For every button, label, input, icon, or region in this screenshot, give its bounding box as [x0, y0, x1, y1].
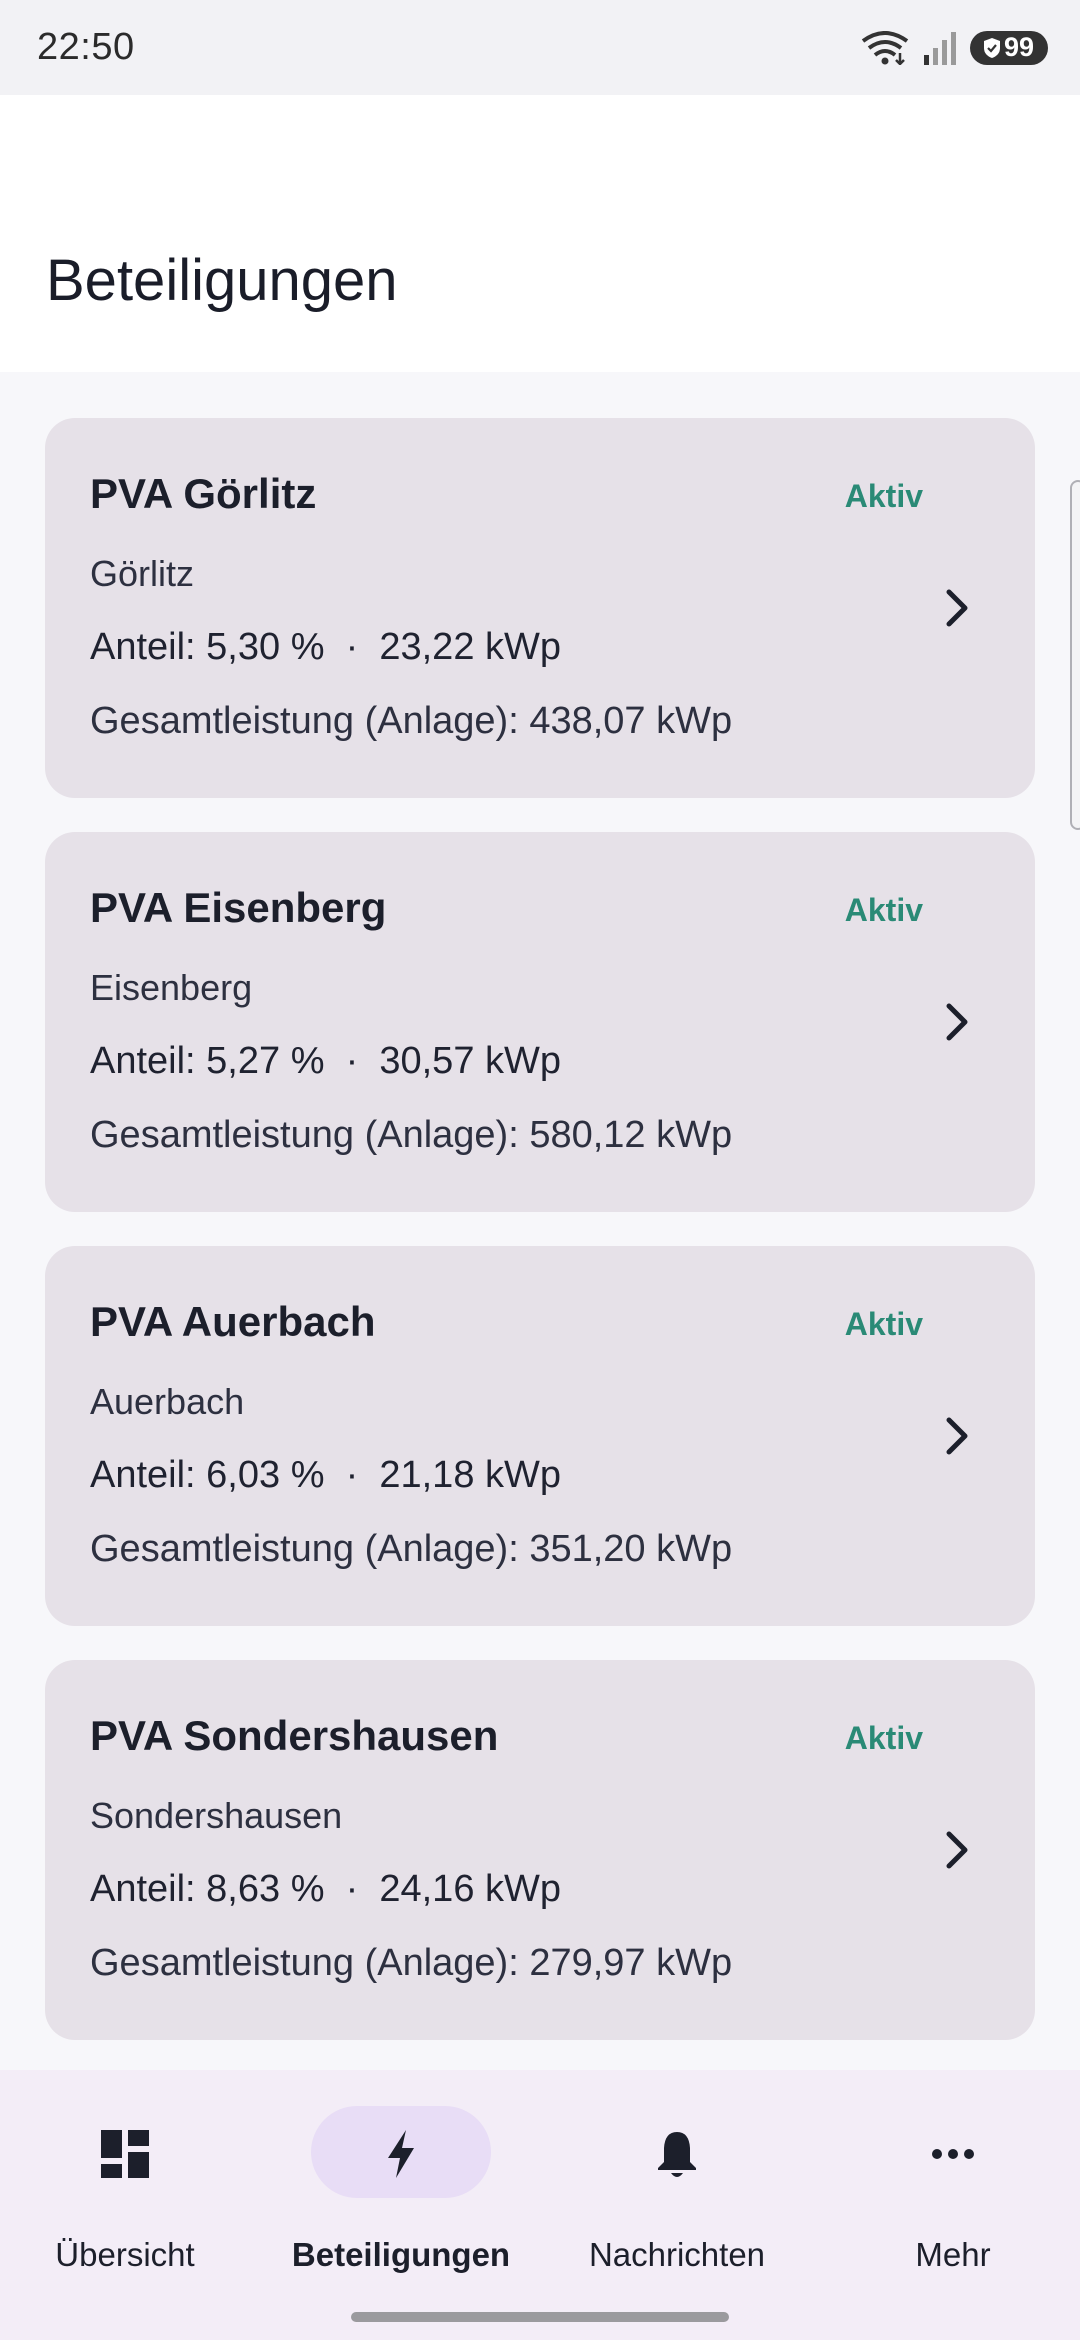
- card-title: PVA Görlitz: [90, 470, 317, 517]
- nav-label: Übersicht: [55, 2236, 195, 2273]
- screen: 22:50 99 Beteiligungen PVA Görlitz Aktiv…: [0, 0, 1080, 2340]
- scrollbar[interactable]: [1070, 480, 1080, 830]
- status-time: 22:50: [37, 26, 135, 68]
- card-location: Görlitz: [90, 553, 195, 594]
- signal-icon: [924, 31, 956, 65]
- status-badge: Aktiv: [844, 1720, 923, 1756]
- card-share: Anteil: 6,03 % · 21,18 kWp: [90, 1454, 562, 1496]
- card-location: Auerbach: [90, 1381, 245, 1422]
- card-title: PVA Auerbach: [90, 1298, 376, 1345]
- app-header: Beteiligungen: [0, 95, 1080, 372]
- bell-icon: [658, 2132, 696, 2177]
- page-title: Beteiligungen: [46, 248, 398, 313]
- card-location: Eisenberg: [90, 967, 253, 1008]
- status-badge: Aktiv: [844, 892, 923, 928]
- chevron-right-icon: [946, 1417, 968, 1455]
- card-location: Sondershausen: [90, 1795, 343, 1836]
- participation-list[interactable]: PVA Görlitz Aktiv Görlitz Anteil: 5,30 %…: [0, 372, 1080, 2070]
- status-badge: Aktiv: [844, 1306, 923, 1342]
- card-total-capacity: Gesamtleistung (Anlage): 438,07 kWp: [90, 700, 733, 742]
- card-total-capacity: Gesamtleistung (Anlage): 351,20 kWp: [90, 1528, 733, 1570]
- nav-item-messages[interactable]: Nachrichten: [557, 2106, 797, 2273]
- dashboard-icon: [101, 2130, 149, 2178]
- nav-item-overview[interactable]: Übersicht: [5, 2106, 245, 2273]
- card-total-capacity: Gesamtleistung (Anlage): 279,97 kWp: [90, 1942, 733, 1984]
- card-title: PVA Sondershausen: [90, 1712, 499, 1759]
- home-indicator[interactable]: [351, 2312, 729, 2322]
- participation-card[interactable]: PVA Sondershausen Aktiv Sondershausen An…: [45, 1660, 1035, 2040]
- chevron-right-icon: [946, 1003, 968, 1041]
- battery-shield-icon: [983, 37, 1000, 58]
- status-bar: 22:50 99: [0, 0, 1080, 95]
- nav-label: Beteiligungen: [291, 2236, 511, 2273]
- participation-card[interactable]: PVA Auerbach Aktiv Auerbach Anteil: 6,03…: [45, 1246, 1035, 1626]
- card-share: Anteil: 5,30 % · 23,22 kWp: [90, 626, 562, 668]
- participation-card[interactable]: PVA Eisenberg Aktiv Eisenberg Anteil: 5,…: [45, 832, 1035, 1212]
- nav-item-more[interactable]: Mehr: [833, 2106, 1073, 2273]
- bolt-icon: [388, 2130, 414, 2178]
- wifi-icon: [861, 30, 909, 65]
- card-share: Anteil: 5,27 % · 30,57 kWp: [90, 1040, 562, 1082]
- participation-card[interactable]: PVA Görlitz Aktiv Görlitz Anteil: 5,30 %…: [45, 418, 1035, 798]
- battery-indicator: 99: [970, 30, 1048, 65]
- bottom-navigation: Übersicht Beteiligungen Nachrichten Mehr: [0, 2070, 1080, 2340]
- nav-label: Nachrichten: [588, 2236, 766, 2273]
- more-horizontal-icon: [932, 2149, 974, 2159]
- status-icons: 99: [860, 30, 1048, 65]
- nav-item-participations[interactable]: Beteiligungen: [281, 2106, 521, 2273]
- card-total-capacity: Gesamtleistung (Anlage): 580,12 kWp: [90, 1114, 733, 1156]
- battery-level: 99: [1003, 32, 1035, 62]
- chevron-right-icon: [946, 1831, 968, 1869]
- card-title: PVA Eisenberg: [90, 884, 387, 931]
- chevron-right-icon: [946, 589, 968, 627]
- nav-label: Mehr: [915, 2236, 991, 2273]
- card-share: Anteil: 8,63 % · 24,16 kWp: [90, 1868, 562, 1910]
- status-badge: Aktiv: [844, 478, 923, 514]
